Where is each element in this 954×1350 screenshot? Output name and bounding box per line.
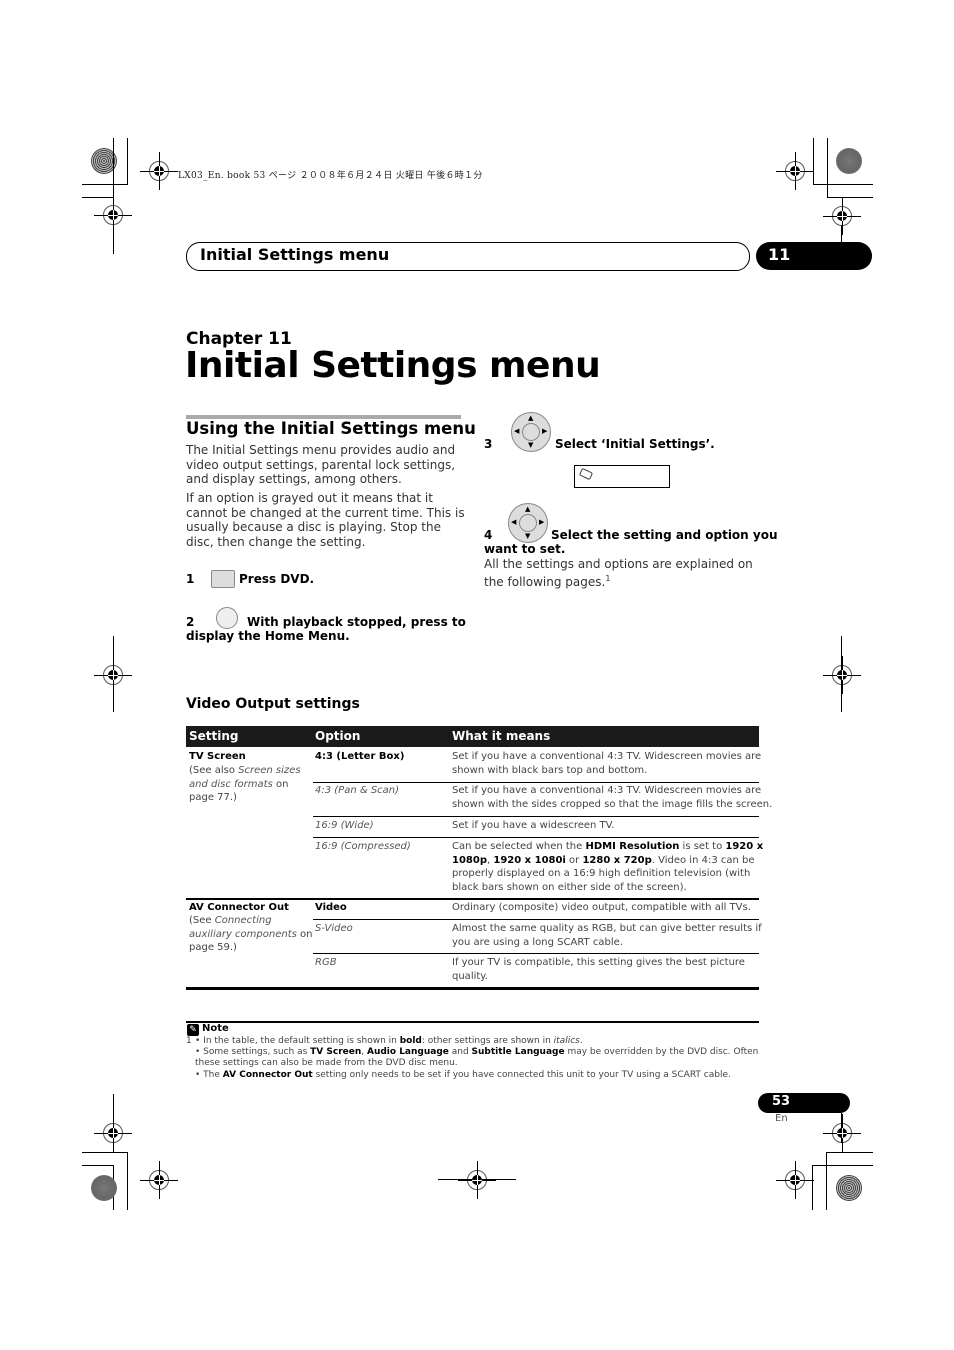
option-value: Video	[315, 902, 347, 913]
chapter-tab-number: 11	[768, 245, 791, 264]
print-header: LX03_En. book 53 ページ ２００８年６月２４日 火曜日 午後６時…	[178, 171, 483, 181]
setting-name: AV Connector Out	[189, 902, 289, 913]
note-number: 1	[186, 1036, 192, 1046]
registration-mark-icon	[776, 1161, 814, 1199]
note-item: • Some settings, such as TV Screen, Audi…	[195, 1047, 759, 1057]
home-menu-button-icon	[216, 607, 238, 629]
step-number: 4	[484, 528, 493, 542]
step-text: Select ‘Initial Settings’.	[555, 437, 715, 451]
row-divider	[313, 919, 759, 920]
step-number: 3	[484, 437, 493, 451]
option-meaning: Ordinary (composite) video output, compa…	[452, 902, 751, 913]
option-meaning: Can be selected when the HDMI Resolution…	[452, 841, 764, 893]
registration-mark-icon	[94, 196, 132, 234]
registration-disc-icon	[836, 1175, 862, 1201]
step-number: 1	[186, 572, 195, 586]
setting-note: (See Connecting auxiliary components on …	[189, 915, 313, 953]
page-language: En	[775, 1113, 788, 1124]
row-divider	[313, 837, 759, 838]
registration-mark-icon	[458, 1161, 496, 1199]
note-item-cont: these settings can also be made from the…	[195, 1058, 458, 1068]
setting-name: TV Screen	[189, 751, 246, 762]
table-bottom-rule	[186, 987, 759, 990]
step-body: All the settings and options are explain…	[484, 557, 753, 589]
option-meaning: Set if you have a widescreen TV.	[452, 820, 615, 831]
setting-note: (See also Screen sizes and disc formats …	[189, 765, 301, 803]
note-item: • In the table, the default setting is s…	[195, 1036, 583, 1046]
step-text: Select the setting and option you	[551, 528, 778, 542]
registration-disc-icon	[91, 1175, 117, 1201]
registration-mark-icon	[823, 1114, 861, 1152]
step-text-cont: want to set.	[484, 542, 566, 556]
dpad-icon: ▲ ▼ ◀ ▶	[511, 412, 551, 452]
step-text: Press DVD.	[239, 572, 315, 586]
step-text-cont: display the Home Menu.	[186, 629, 350, 643]
column-header-meaning: What it means	[452, 729, 551, 743]
page-number: 53	[772, 1094, 791, 1109]
step-number: 2	[186, 615, 195, 629]
row-divider	[313, 782, 759, 783]
option-value: 16:9 (Wide)	[315, 820, 374, 831]
option-value: 4:3 (Letter Box)	[315, 751, 405, 762]
table-title: Video Output settings	[186, 696, 360, 712]
note-item: • The AV Connector Out setting only need…	[195, 1070, 731, 1080]
dvd-button-icon	[211, 570, 235, 588]
option-value: S-Video	[315, 923, 353, 934]
registration-disc-icon	[836, 148, 862, 174]
registration-mark-icon	[140, 152, 178, 190]
pencil-note-icon: ✎	[187, 1024, 199, 1036]
row-divider	[313, 816, 759, 817]
group-divider	[186, 898, 759, 900]
section-title: Using the Initial Settings menu	[186, 419, 476, 438]
grayed-out-paragraph: If an option is grayed out it means that…	[186, 491, 465, 549]
option-meaning: Set if you have a conventional 4:3 TV. W…	[452, 751, 762, 776]
note-rule	[186, 1021, 759, 1023]
registration-mark-icon	[140, 1161, 178, 1199]
note-title: Note	[202, 1023, 229, 1034]
intro-paragraph: The Initial Settings menu provides audio…	[186, 443, 456, 486]
column-header-setting: Setting	[189, 729, 239, 743]
chapter-title: Initial Settings menu	[185, 345, 601, 386]
option-meaning: If your TV is compatible, this setting g…	[452, 957, 745, 982]
option-value: 4:3 (Pan & Scan)	[315, 785, 400, 796]
registration-mark-icon	[823, 656, 861, 694]
step-text: With playback stopped, press to	[247, 615, 466, 629]
running-header-title: Initial Settings menu	[200, 245, 390, 264]
footnote-ref: 1	[605, 573, 611, 583]
column-header-option: Option	[315, 729, 361, 743]
registration-mark-icon	[776, 152, 814, 190]
registration-mark-icon	[823, 197, 861, 235]
dpad-icon: ▲ ▼ ◀ ▶	[508, 503, 548, 543]
row-divider	[313, 953, 759, 954]
option-value: RGB	[315, 957, 337, 968]
option-value: 16:9 (Compressed)	[315, 841, 411, 852]
option-meaning: Set if you have a conventional 4:3 TV. W…	[452, 785, 773, 810]
option-meaning: Almost the same quality as RGB, but can …	[452, 923, 762, 948]
